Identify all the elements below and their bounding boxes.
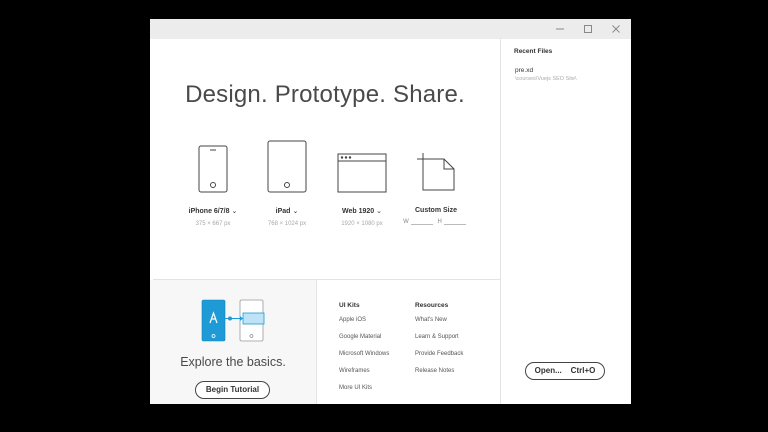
minimize-icon	[556, 28, 564, 30]
preset-name: iPad	[275, 208, 291, 215]
custom-size-icon	[417, 153, 455, 191]
ui-kit-link[interactable]: More UI Kits	[339, 385, 389, 402]
phone-icon	[198, 145, 228, 193]
title-bar	[150, 19, 631, 39]
preset-web[interactable]: Web 1920 ⌄ 1920 × 1080 px	[322, 139, 402, 227]
custom-size-fields: W H	[396, 217, 476, 225]
ui-kit-link[interactable]: Google Material	[339, 334, 389, 351]
preset-dimensions: 1920 × 1080 px	[341, 221, 383, 227]
height-input[interactable]	[443, 217, 466, 225]
width-input[interactable]	[410, 217, 433, 225]
page-title: Design. Prototype. Share.	[185, 81, 465, 108]
recent-file-path: \courses\Vuejs SEO Site\	[515, 76, 577, 82]
resource-link[interactable]: Learn & Support	[415, 334, 463, 351]
recent-files-heading: Recent Files	[514, 48, 553, 55]
recent-files-sidebar: Recent Files pre.xd \courses\Vuejs SEO S…	[501, 39, 631, 404]
tutorial-illustration-icon	[201, 299, 265, 342]
preset-dimensions: 375 × 667 px	[195, 221, 231, 227]
tutorial-panel: Explore the basics. Begin Tutorial	[150, 280, 316, 404]
start-screen-window: Design. Prototype. Share. iPhone 6/7/8 ⌄ …	[150, 19, 631, 404]
open-button[interactable]: Open... Ctrl+O	[525, 362, 605, 380]
ui-kit-link[interactable]: Microsoft Windows	[339, 351, 389, 368]
resources-panel: UI Kits Apple iOS Google Material Micros…	[317, 280, 500, 404]
preset-iphone[interactable]: iPhone 6/7/8 ⌄ 375 × 667 px	[173, 139, 253, 227]
ui-kit-link[interactable]: Apple iOS	[339, 317, 389, 334]
preset-custom-size[interactable]: Custom Size W H	[396, 139, 476, 225]
close-icon	[612, 25, 620, 33]
explore-heading: Explore the basics.	[180, 355, 286, 369]
preset-dimensions: 768 × 1024 px	[267, 221, 307, 227]
minimize-button[interactable]	[546, 19, 574, 39]
ui-kits-heading: UI Kits	[339, 302, 360, 309]
maximize-button[interactable]	[574, 19, 602, 39]
resource-link[interactable]: What's New	[415, 317, 463, 334]
main-panel: Design. Prototype. Share. iPhone 6/7/8 ⌄ …	[150, 39, 500, 404]
resource-link[interactable]: Provide Feedback	[415, 351, 463, 368]
browser-window-icon	[337, 153, 387, 193]
recent-file-name: pre.xd	[515, 67, 534, 74]
width-label: W	[403, 219, 409, 225]
resources-heading: Resources	[415, 302, 449, 309]
close-button[interactable]	[602, 19, 630, 39]
chevron-down-icon[interactable]: ⌄	[231, 208, 237, 215]
height-label: H	[437, 219, 442, 225]
chevron-down-icon[interactable]: ⌄	[292, 208, 298, 215]
maximize-icon	[584, 25, 592, 33]
resources-list: Resources What's New Learn & Support Pro…	[415, 302, 463, 385]
preset-name: iPhone 6/7/8	[188, 208, 230, 215]
ui-kit-link[interactable]: Wireframes	[339, 368, 389, 385]
preset-ipad[interactable]: iPad ⌄ 768 × 1024 px	[247, 139, 327, 227]
recent-file-item[interactable]: pre.xd \courses\Vuejs SEO Site\	[515, 67, 577, 82]
ui-kits-list: UI Kits Apple iOS Google Material Micros…	[339, 302, 389, 402]
tablet-icon	[267, 140, 307, 193]
preset-name: Custom Size	[414, 207, 457, 214]
begin-tutorial-button[interactable]: Begin Tutorial	[195, 381, 270, 399]
chevron-down-icon[interactable]: ⌄	[376, 208, 382, 215]
resource-link[interactable]: Release Notes	[415, 368, 463, 385]
preset-name: Web 1920	[341, 208, 375, 215]
